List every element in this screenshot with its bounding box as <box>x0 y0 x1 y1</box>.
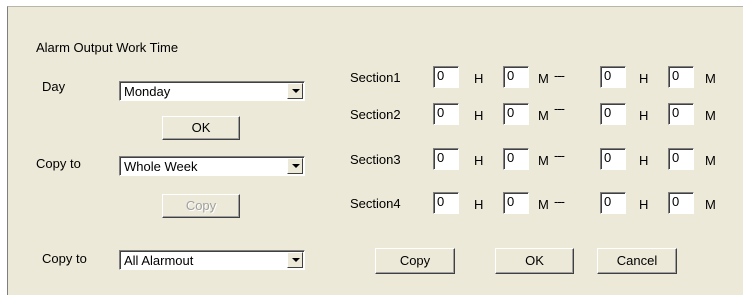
copy-to-select-value: Whole Week <box>124 159 198 174</box>
hour-unit: H <box>474 153 484 168</box>
minute-unit: M <box>705 108 716 123</box>
day-select[interactable]: Monday <box>119 81 305 101</box>
section3-label: Section3 <box>350 152 401 167</box>
hour-unit: H <box>474 71 484 86</box>
section1-start-hour-field[interactable]: 0 <box>433 66 459 88</box>
day-select-value: Monday <box>124 84 171 99</box>
hour-unit: H <box>639 197 649 212</box>
minute-unit: M <box>538 108 549 123</box>
hour-unit: H <box>639 153 649 168</box>
copy-to-alarm-select-value: All Alarmout <box>124 253 194 268</box>
day-label: Day <box>42 79 66 94</box>
section1-end-hour-field[interactable]: 0 <box>600 66 626 88</box>
section1-start-minute-field[interactable]: 0 <box>503 66 529 88</box>
copy-to-alarm-select[interactable]: All Alarmout <box>119 250 305 270</box>
copy-day-button[interactable]: Copy <box>162 194 240 218</box>
section2-end-minute-field[interactable]: 0 <box>668 103 694 125</box>
section2-start-hour-field[interactable]: 0 <box>433 103 459 125</box>
copy-to-2-label: Copy to <box>42 251 87 266</box>
minute-unit: M <box>538 153 549 168</box>
heading: Alarm Output Work Time <box>36 40 179 55</box>
minute-unit: M <box>538 71 549 86</box>
section3-end-hour-field[interactable]: 0 <box>600 148 626 170</box>
separator: --- <box>554 194 565 209</box>
hour-unit: H <box>474 108 484 123</box>
section2-label: Section2 <box>350 107 401 122</box>
separator: --- <box>554 101 565 116</box>
minute-unit: M <box>705 71 716 86</box>
section3-start-minute-field[interactable]: 0 <box>503 148 529 170</box>
section4-start-minute-field[interactable]: 0 <box>503 192 529 214</box>
section2-end-hour-field[interactable]: 0 <box>600 103 626 125</box>
copy-to-label: Copy to <box>36 156 81 171</box>
section1-end-minute-field[interactable]: 0 <box>668 66 694 88</box>
chevron-down-icon[interactable] <box>287 158 303 174</box>
section4-start-hour-field[interactable]: 0 <box>433 192 459 214</box>
separator: --- <box>554 68 565 83</box>
copy-button[interactable]: Copy <box>375 248 455 274</box>
alarm-output-dialog: Alarm Output Work Time Day Monday OK Cop… <box>7 6 743 295</box>
section1-label: Section1 <box>350 70 401 85</box>
section3-end-minute-field[interactable]: 0 <box>668 148 694 170</box>
section4-end-hour-field[interactable]: 0 <box>600 192 626 214</box>
section4-end-minute-field[interactable]: 0 <box>668 192 694 214</box>
hour-unit: H <box>474 197 484 212</box>
ok-day-button[interactable]: OK <box>162 116 240 140</box>
top-edge <box>8 7 525 8</box>
minute-unit: M <box>705 153 716 168</box>
cancel-button[interactable]: Cancel <box>597 248 677 274</box>
section3-start-hour-field[interactable]: 0 <box>433 148 459 170</box>
section4-label: Section4 <box>350 196 401 211</box>
minute-unit: M <box>538 197 549 212</box>
chevron-down-icon[interactable] <box>287 83 303 99</box>
copy-to-select[interactable]: Whole Week <box>119 156 305 176</box>
ok-button[interactable]: OK <box>495 248 574 274</box>
chevron-down-icon[interactable] <box>287 252 303 268</box>
minute-unit: M <box>705 197 716 212</box>
section2-start-minute-field[interactable]: 0 <box>503 103 529 125</box>
hour-unit: H <box>639 108 649 123</box>
hour-unit: H <box>639 71 649 86</box>
separator: --- <box>554 148 565 163</box>
